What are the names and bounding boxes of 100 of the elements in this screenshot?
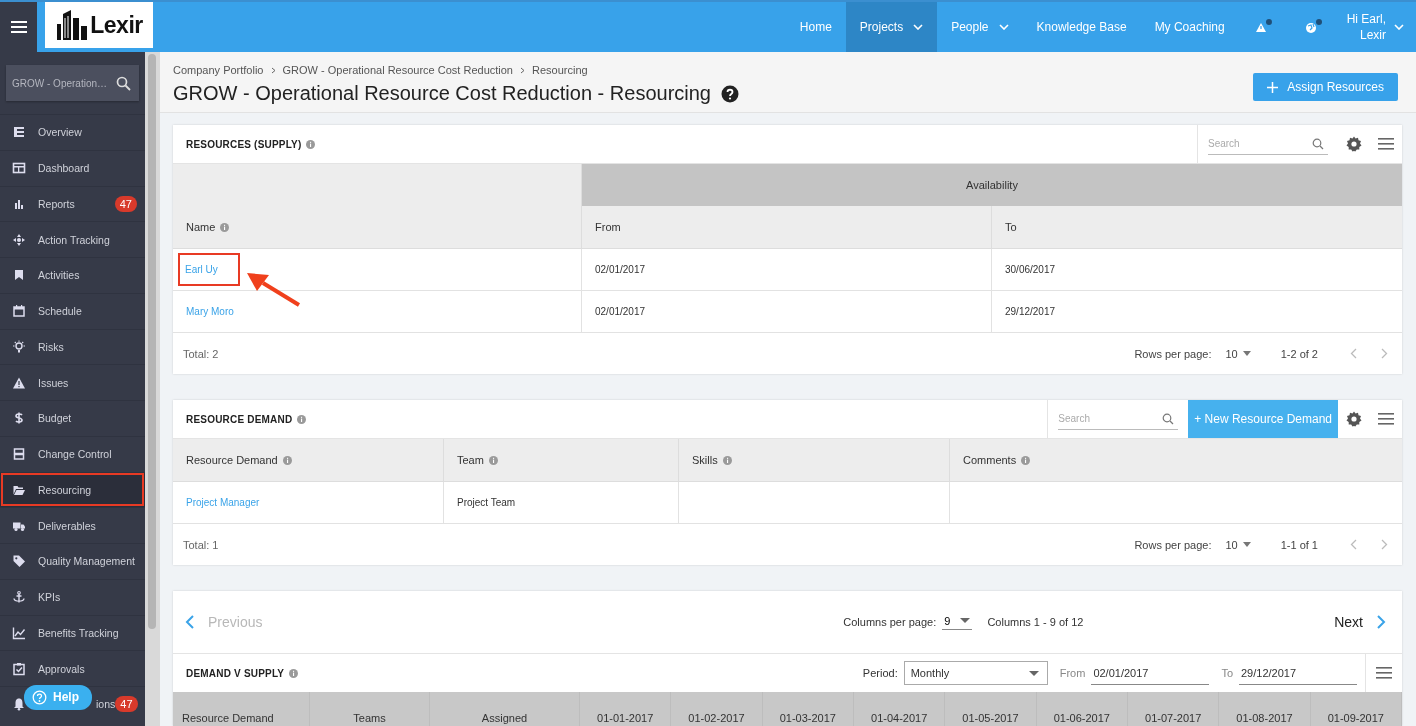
period-label: Period: [862,667,898,679]
to-label: To [1221,667,1233,679]
period-select[interactable]: Monthly [903,661,1048,685]
next-button[interactable]: Next [1334,614,1386,630]
count-badge: 47 [115,696,138,713]
column-header[interactable]: 01-07-2017 [1145,712,1202,724]
info-icon[interactable] [488,455,498,465]
bell-icon[interactable] [12,697,26,712]
sidebar-item[interactable]: Reports 47 [0,185,145,222]
columns-range: Columns 1 - 9 of 12 [987,616,1084,628]
settings-icon[interactable] [1346,411,1362,427]
chevron-left-icon[interactable] [1350,348,1357,359]
caret-down-icon [1028,670,1039,676]
columns-per-page-label: Columns per page: [843,616,937,628]
chevron-right-icon[interactable] [1381,539,1388,550]
column-header[interactable]: 01-04-2017 [871,712,928,724]
menu-icon[interactable] [1378,413,1394,425]
column-header[interactable]: Resource Demand [182,712,274,724]
logo-text: Lexir [90,11,143,39]
table-cell-text: 30/06/2017 [1004,263,1057,277]
search-icon [1162,413,1175,425]
bookmark-icon [12,268,26,283]
chevron-left-icon[interactable] [1350,539,1357,550]
help-icon[interactable] [721,84,739,103]
info-icon[interactable] [289,668,299,678]
caret-down-icon [960,618,971,623]
project-search-field[interactable]: GROW - Operation… [6,65,139,101]
column-header[interactable]: 01-08-2017 [1236,712,1293,724]
page-title: GROW - Operational Resource Cost Reduction - Resourcing [173,82,711,105]
breadcrumb-link[interactable]: Resourcing [532,64,588,76]
columns-per-page-select[interactable]: 9 [942,614,973,630]
breadcrumb-link[interactable]: Company Portfolio [173,64,264,76]
column-header[interactable]: 01-06-2017 [1053,712,1110,724]
help-icon [32,689,47,705]
nav-item[interactable]: Projects [845,2,938,52]
settings-icon[interactable] [1346,136,1362,152]
anchor-icon [12,590,26,605]
server-icon [12,447,26,462]
chevron-down-icon [1394,24,1404,30]
menu-icon [10,21,27,33]
column-header[interactable]: 01-05-2017 [962,712,1019,724]
table-cell: 02/01/2017 [582,291,992,332]
info-icon[interactable] [282,455,292,465]
rows-per-page-select[interactable]: 10 [1225,347,1251,360]
menu-icon[interactable] [1378,138,1394,150]
logo-card[interactable]: Lexir [45,2,153,48]
info-icon[interactable] [1021,455,1031,465]
move-icon [12,232,26,247]
column-header[interactable]: Teams [353,712,386,724]
from-label: From [1059,667,1086,679]
table-cell: Project Team [457,497,516,508]
column-header[interactable]: Name [186,221,216,233]
sidebar-item[interactable]: ions 47 [92,687,146,722]
table-cell: 02/01/2017 [582,249,992,290]
dashboard-icon [12,161,26,176]
tag-icon [12,554,26,569]
column-header[interactable]: 01-09-2017 [1327,712,1384,724]
annotation-arrow [245,271,301,307]
card-title: RESOURCES (SUPPLY) [186,138,302,150]
line-chart-icon [12,625,26,640]
search-icon [116,76,131,91]
chevron-right-icon[interactable] [1381,348,1388,359]
chevron-right-icon [270,66,276,74]
info-icon[interactable] [722,455,732,465]
plus-icon [1267,81,1279,93]
card-title: RESOURCE DEMAND [186,413,293,425]
column-header[interactable]: From [595,221,621,233]
warning-icon [12,375,26,390]
breadcrumb-link[interactable]: GROW - Operational Resource Cost Reduction [282,64,513,76]
menu-button[interactable] [0,2,37,52]
rows-per-page-select[interactable]: 10 [1225,538,1251,551]
bulb-icon [12,339,26,354]
menu-icon[interactable] [1376,667,1392,679]
caret-down-icon [1242,542,1251,547]
column-header[interactable]: Comments [963,454,1017,466]
chevron-left-icon [185,615,194,629]
info-icon[interactable] [220,222,230,232]
group-header: Availability [582,164,1402,206]
column-header[interactable]: Resource Demand [186,454,278,466]
column-header[interactable]: 01-03-2017 [779,712,836,724]
info-icon[interactable] [306,139,316,149]
dollar-icon [12,411,26,426]
sidebar-item[interactable]: Resourcing [0,471,145,508]
info-icon[interactable] [297,414,307,424]
column-header[interactable]: Skills [692,454,718,466]
rows-per-page-label: Rows per page: [1134,538,1212,551]
column-header[interactable]: 01-01-2017 [597,712,654,724]
card-title: DEMAND V SUPPLY [186,667,285,679]
calendar-icon [12,304,26,319]
column-header[interactable]: Assigned [481,712,528,724]
scrollbar-thumb[interactable] [148,54,156,629]
total-count: Total: 2 [183,347,220,360]
count-badge: 47 [114,195,137,212]
column-header[interactable]: 01-02-2017 [688,712,745,724]
page-range: 1-1 of 1 [1280,538,1318,551]
column-header[interactable]: To [1005,221,1017,233]
column-header[interactable]: Team [457,454,484,466]
chevron-right-icon [520,66,525,74]
caret-down-icon [1242,351,1251,356]
table-cell-text: 29/12/2017 [1004,305,1057,319]
